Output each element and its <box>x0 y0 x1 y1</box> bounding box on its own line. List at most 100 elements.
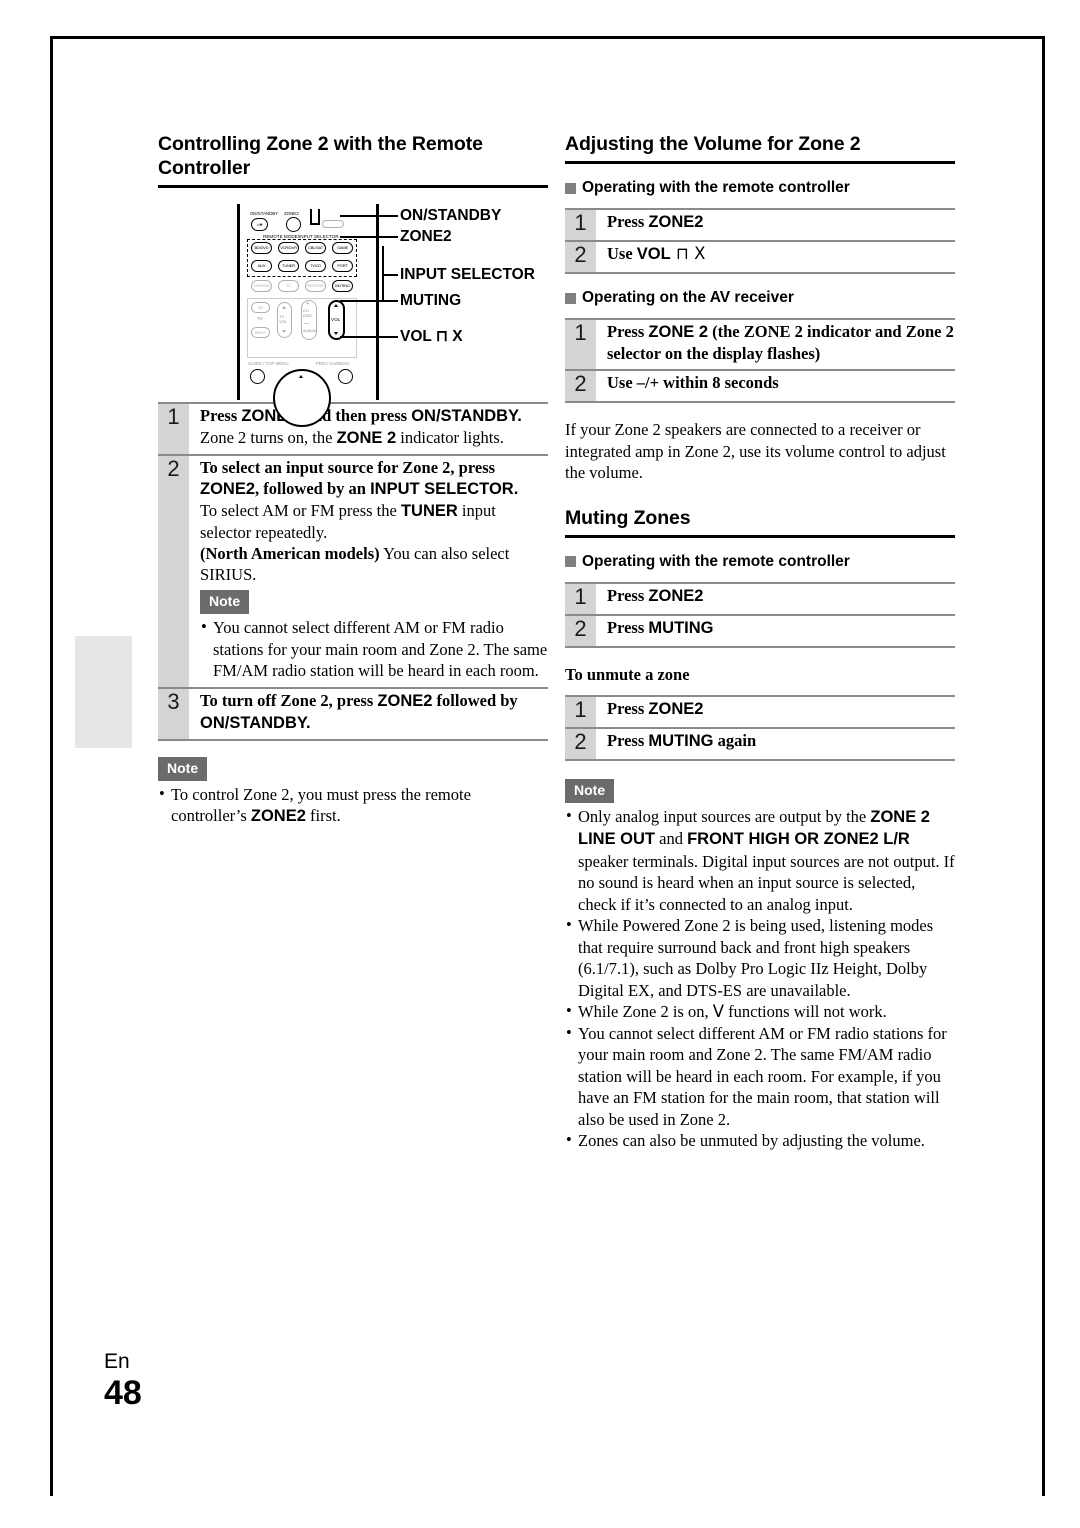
remote-button-tv-cd[interactable]: TV/CD <box>305 260 326 272</box>
leader-line-zone2 <box>340 236 398 238</box>
step-title: Use –/+ within 8 seconds <box>607 373 779 392</box>
step-item: 2 To select an input source for Zone 2, … <box>158 454 548 590</box>
step-item: 2 Press MUTING again <box>565 726 955 759</box>
remote-button-aux[interactable]: AUX <box>251 260 272 272</box>
remote-vol-down-icon[interactable] <box>334 332 338 335</box>
footer-language-code: En <box>104 1350 130 1373</box>
step-number: 1 <box>565 696 596 727</box>
leader-line-vol <box>340 336 398 338</box>
remote-button-cbl-sat[interactable]: CBL/SAT <box>305 242 326 254</box>
volume-receiver-steps: 1 Press ZONE 2 (the ZONE 2 indicator and… <box>565 318 955 403</box>
step-item: 1 Press ZONE2 <box>565 581 955 614</box>
remote-label-guide-top-menu: GUIDE / TOP MENU <box>248 361 289 366</box>
step-item: 3 To turn off Zone 2, press ZONE2 follow… <box>158 686 548 739</box>
remote-label-prev-ch-menu: PREV CH/MENU <box>316 361 350 366</box>
remote-button-game[interactable]: GAME <box>332 242 353 254</box>
remote-button-muting[interactable]: MUTING <box>332 280 353 292</box>
remote-body: ON/STANDBY ZONE2 I /⎈ REMOTE MODE/INPUT … <box>237 204 379 427</box>
section-side-tab <box>75 636 132 748</box>
left-steps-list: 1 Press ZONE2, and then press ON/STANDBY… <box>158 402 548 741</box>
remote-vol-up-icon[interactable] <box>334 304 338 307</box>
remote-tv-vol-up-icon[interactable] <box>282 306 286 309</box>
callout-input-selector: INPUT SELECTOR <box>400 266 535 283</box>
remote-button-tv[interactable]: TV <box>278 280 299 292</box>
step-title: Press ZONE2 <box>607 698 704 718</box>
leader-bracket-input-selector <box>382 246 384 302</box>
subheading-label: Operating with the remote controller <box>582 552 850 570</box>
heading-rule <box>158 185 548 188</box>
remote-button-tv-power[interactable]: I/⏻ <box>251 302 270 313</box>
callout-muting: MUTING <box>400 292 462 309</box>
subheading-operating-remote-volume: Operating with the remote controller <box>565 178 955 198</box>
remote-button-receiver[interactable] <box>322 220 344 228</box>
step-body: To turn off Zone 2, press ZONE2 followed… <box>189 689 548 739</box>
note-tag: Note <box>200 590 250 614</box>
remote-button-tuner[interactable]: TUNER <box>278 260 299 272</box>
remote-button-power[interactable]: I /⎈ <box>251 218 268 231</box>
step-item: 1 Press ZONE2 <box>565 694 955 727</box>
step-title: Press ZONE 2 (the ZONE 2 indicator and Z… <box>607 322 954 363</box>
step-body: Use VOL ⊓ X <box>596 242 955 272</box>
remote-label-tv-vol: TV VOL <box>279 314 288 324</box>
step-item: 2 Use VOL ⊓ X <box>565 240 955 272</box>
remote-nav-up-icon[interactable] <box>299 375 303 378</box>
square-bullet-icon <box>565 292 576 304</box>
remote-button-record[interactable]: RECORD <box>305 280 326 292</box>
unmute-steps: 1 Press ZONE2 2 Press MUTING again <box>565 694 955 761</box>
left-column: Controlling Zone 2 with the Remote Contr… <box>158 132 548 828</box>
step-number: 1 <box>565 210 596 240</box>
remote-button-zone2[interactable] <box>286 217 301 232</box>
heading-controlling-zone2: Controlling Zone 2 with the Remote Contr… <box>158 133 483 179</box>
note-list-item: While Zone 2 is on, V functions will not… <box>565 1000 955 1023</box>
step-number: 3 <box>158 688 189 739</box>
remote-button-vcr-dvr[interactable]: VCR/DVR <box>278 242 299 254</box>
remote-button-custom[interactable]: CUSTOM <box>251 280 272 292</box>
note-list-item: Zones can also be unmuted by adjusting t… <box>565 1129 955 1152</box>
note-list: Only analog input sources are output by … <box>565 805 955 1152</box>
remote-button-bd-dvd[interactable]: BD/DVD <box>251 242 272 254</box>
heading-muting-zones: Muting Zones <box>565 506 691 529</box>
step-item: 1 Press ZONE2 <box>565 208 955 240</box>
step-number: 1 <box>158 404 189 454</box>
step-title: Press ZONE2 <box>607 585 704 605</box>
step-number: 2 <box>565 615 596 646</box>
remote-label-plus: + <box>306 301 309 307</box>
note-list-item: Only analog input sources are output by … <box>565 805 955 916</box>
note-list-item: While Powered Zone 2 is being used, list… <box>565 914 955 1001</box>
step-body: Press ZONE 2 (the ZONE 2 indicator and Z… <box>596 320 955 369</box>
remote-button-ch-disc[interactable] <box>301 300 317 340</box>
remote-tv-vol-down-icon[interactable] <box>282 330 286 333</box>
remote-controller-diagram: ON/STANDBY ZONE2 I /⎈ REMOTE MODE/INPUT … <box>158 204 548 427</box>
volume-paragraph: If your Zone 2 speakers are connected to… <box>565 420 946 482</box>
step-body: To select an input source for Zone 2, pr… <box>189 456 548 590</box>
subheading-operating-av-receiver: Operating on the AV receiver <box>565 288 955 308</box>
remote-label-remote-mode-input-selector: REMOTE MODE/INPUT SELECTOR <box>263 234 339 239</box>
step-body: Press ZONE2 <box>596 697 955 727</box>
callout-zone2: ZONE2 <box>400 228 452 245</box>
heading-to-unmute-a-zone: To unmute a zone <box>565 664 690 684</box>
square-bullet-icon <box>565 556 576 567</box>
step-rail <box>158 590 189 687</box>
step-number: 1 <box>565 583 596 614</box>
footer-page-number: 48 <box>104 1374 142 1412</box>
step-title: Press ZONE2, and then press ON/STANDBY. <box>200 406 522 425</box>
remote-button-input[interactable]: INPUT <box>251 327 270 338</box>
subheading-operating-remote-muting: Operating with the remote controller <box>565 552 955 572</box>
step-title: To turn off Zone 2, press ZONE2 followed… <box>200 690 518 732</box>
step-note: Note You cannot select different AM or F… <box>158 590 548 687</box>
leader-line-input-selector <box>382 274 398 276</box>
square-bullet-icon <box>565 182 576 194</box>
step-body: Press ZONE2 <box>596 584 955 614</box>
note-list-item: You cannot select different AM or FM rad… <box>200 616 548 682</box>
note-tag: Note <box>565 778 615 803</box>
left-bottom-note: Note To control Zone 2, you must press t… <box>158 756 548 828</box>
remote-button-prev-ch[interactable] <box>338 369 353 384</box>
remote-button-guide[interactable] <box>250 369 265 384</box>
remote-button-port[interactable]: PORT <box>332 260 353 272</box>
step-number: 2 <box>565 371 596 401</box>
step-title: Press MUTING <box>607 617 714 637</box>
callout-vol: VOL ⊓ X <box>400 328 463 345</box>
volume-remote-steps: 1 Press ZONE2 2 Use VOL ⊓ X <box>565 208 955 274</box>
step-number: 2 <box>565 728 596 759</box>
step-item: 1 Press ZONE2, and then press ON/STANDBY… <box>158 402 548 454</box>
